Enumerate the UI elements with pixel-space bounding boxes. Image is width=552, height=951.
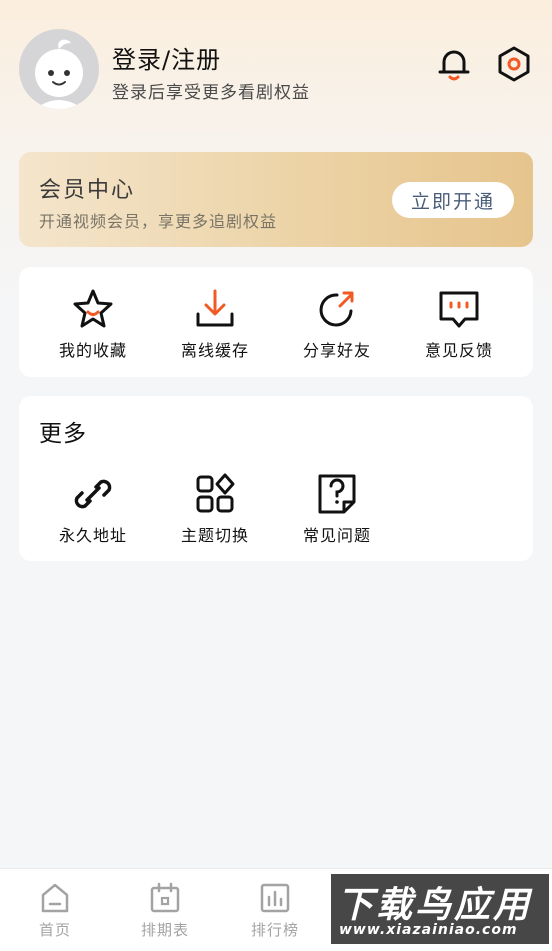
share-friends-item[interactable]: 分享好友 [273,287,401,377]
login-register-link[interactable]: 登录/注册 [112,40,221,75]
tab-home[interactable]: 首页 [0,881,110,945]
theme-switch-label: 主题切换 [180,526,249,545]
quick-actions-card: 我的收藏 离线缓存 分享好友 意见反馈 [19,267,533,377]
watermark-url: www.xiazainiao.com [339,922,518,938]
theme-switch-item[interactable]: 主题切换 [151,472,279,562]
offline-cache-label: 离线缓存 [180,341,249,360]
favorites-label: 我的收藏 [58,341,127,360]
open-vip-button[interactable]: 立即开通 [392,182,514,218]
vip-title: 会员中心 [39,178,136,203]
feedback-label: 意见反馈 [424,341,493,360]
home-icon [41,883,69,913]
tab-schedule-label: 排期表 [140,921,189,939]
faq-icon [318,474,356,514]
download-icon [196,289,234,327]
login-subtitle: 登录后享受更多看剧权益 [112,83,310,103]
ranking-icon [260,883,290,913]
site-watermark: 下载鸟应用 www.xiazainiao.com [331,874,549,944]
permanent-address-item[interactable]: 永久地址 [29,472,157,562]
permanent-address-label: 永久地址 [58,526,127,545]
tab-ranking[interactable]: 排行榜 [220,881,330,945]
profile-header: 登录/注册 登录后享受更多看剧权益 [0,0,552,140]
feedback-item[interactable]: 意见反馈 [395,287,523,377]
vip-center-card[interactable]: 会员中心 开通视频会员，享更多追剧权益 立即开通 [19,152,533,247]
faq-item[interactable]: 常见问题 [273,472,401,562]
mascot-avatar-icon [35,39,83,109]
favorites-item[interactable]: 我的收藏 [29,287,157,377]
faq-label: 常见问题 [302,526,371,545]
watermark-text: 下载鸟应用 [337,885,533,926]
calendar-icon [150,882,180,913]
star-icon [73,289,113,328]
settings-icon[interactable] [494,44,534,84]
bell-icon[interactable] [434,44,474,84]
more-card: 更多 永久地址 主题切换 常见问题 [19,396,533,561]
avatar[interactable] [19,29,99,109]
feedback-icon [439,291,479,328]
tab-ranking-label: 排行榜 [250,921,299,939]
share-icon [319,291,354,327]
vip-subtitle: 开通视频会员，享更多追剧权益 [39,212,278,231]
share-friends-label: 分享好友 [302,341,371,360]
more-title: 更多 [39,421,87,447]
offline-cache-item[interactable]: 离线缓存 [151,287,279,377]
theme-icon [196,473,235,513]
tab-schedule[interactable]: 排期表 [110,881,220,945]
link-icon [74,479,112,509]
tab-home-label: 首页 [38,921,71,939]
